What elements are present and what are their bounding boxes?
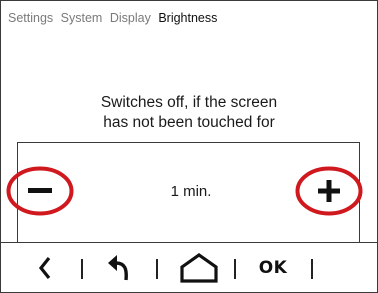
decrease-button[interactable] [6,166,74,216]
description-line-1: Switches off, if the screen [100,94,278,111]
timeout-description: Switches off, if the screen has not been… [1,93,377,133]
description-line-2: has not been touched for [103,114,275,131]
ok-label: OK [258,257,288,278]
breadcrumb-item-settings[interactable]: Settings [8,11,53,25]
home-button[interactable] [171,243,227,292]
breadcrumb-current-brightness: Brightness [158,11,218,25]
back-button[interactable] [27,243,63,292]
timeout-value: 1 min. [170,183,212,200]
breadcrumb-item-display[interactable]: Display [110,11,151,25]
chevron-left-icon [38,256,51,279]
nav-separator [81,259,83,279]
breadcrumb: Settings System Display Brightness [8,11,217,25]
ok-button[interactable]: OK [251,243,295,292]
undo-button[interactable] [97,243,141,292]
undo-arrow-icon [108,254,128,280]
home-icon [180,252,218,283]
nav-separator [156,259,158,279]
nav-separator [311,259,313,279]
breadcrumb-item-system[interactable]: System [61,11,103,25]
bottom-navigation-bar: OK [1,243,377,292]
increase-button[interactable] [295,166,363,216]
plus-icon [318,180,340,202]
screen: Settings System Display Brightness Switc… [0,0,378,293]
minus-icon [28,188,52,193]
nav-separator [234,259,236,279]
